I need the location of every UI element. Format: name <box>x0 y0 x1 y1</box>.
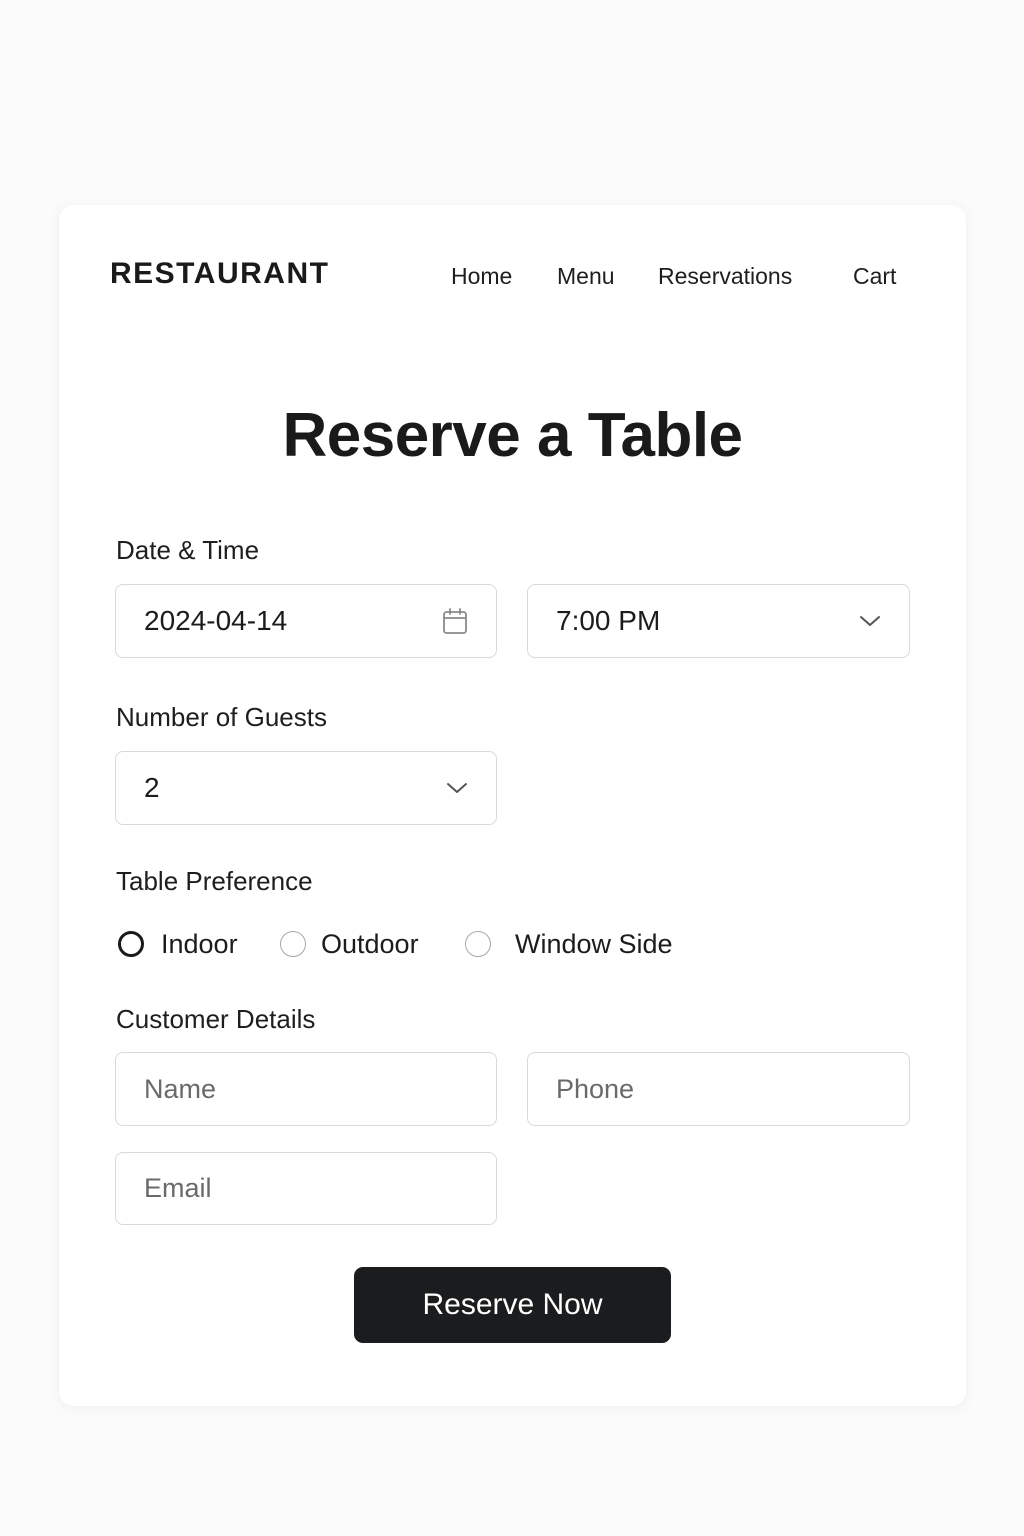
radio-window-side-label: Window Side <box>515 928 673 959</box>
chevron-down-icon <box>859 614 881 628</box>
brand-logo[interactable]: RESTAURANT <box>110 257 329 291</box>
radio-indoor-label: Indoor <box>161 928 238 959</box>
table-preference-label: Table Preference <box>116 866 313 896</box>
radio-outdoor[interactable]: Outdoor <box>280 927 419 961</box>
page-title: Reserve a Table <box>282 401 743 470</box>
time-value: 7:00 PM <box>556 605 661 636</box>
name-input[interactable] <box>144 1073 468 1105</box>
date-field[interactable]: 2024-04-14 <box>115 584 497 658</box>
nav-cart[interactable]: Cart <box>853 263 896 290</box>
guests-label: Number of Guests <box>116 702 327 732</box>
date-time-label: Date & Time <box>116 535 260 565</box>
guests-select[interactable]: 2 <box>115 751 497 825</box>
radio-indoor[interactable]: Indoor <box>118 927 238 961</box>
nav-reservations[interactable]: Reservations <box>658 263 792 290</box>
email-input[interactable] <box>144 1173 468 1204</box>
nav-menu[interactable]: Menu <box>557 263 615 290</box>
customer-details-label: Customer Details <box>116 1004 316 1034</box>
radio-indoor-selected-indicator[interactable] <box>118 931 144 957</box>
phone-input[interactable] <box>556 1073 881 1105</box>
nav-home[interactable]: Home <box>451 263 512 290</box>
guests-value: 2 <box>144 772 160 803</box>
reserve-now-button[interactable]: Reserve Now <box>354 1267 671 1343</box>
email-field[interactable] <box>115 1152 497 1225</box>
chevron-down-icon <box>446 781 468 795</box>
radio-outdoor-indicator[interactable] <box>280 931 306 957</box>
phone-field[interactable] <box>527 1052 910 1126</box>
radio-outdoor-label: Outdoor <box>321 928 419 959</box>
time-select[interactable]: 7:00 PM <box>527 584 910 658</box>
radio-window-side-indicator[interactable] <box>465 931 491 957</box>
radio-window-side[interactable]: Window Side <box>465 927 673 961</box>
calendar-icon[interactable] <box>442 607 468 635</box>
reservation-card: RESTAURANT Home Menu Reservations Cart R… <box>59 205 966 1406</box>
date-value: 2024-04-14 <box>144 605 288 636</box>
name-field[interactable] <box>115 1052 497 1126</box>
